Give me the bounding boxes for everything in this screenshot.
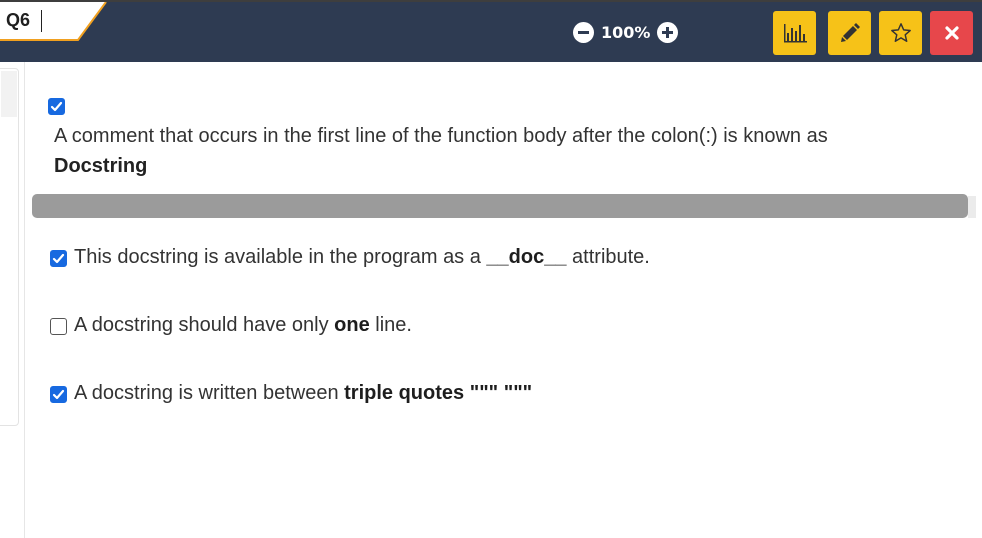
stats-button[interactable] <box>773 11 816 55</box>
zoom-control: 100% <box>573 20 679 44</box>
option-2-checkbox[interactable] <box>50 318 67 335</box>
question-statement: A comment that occurs in the first line … <box>54 125 828 147</box>
stats-icon <box>783 24 807 43</box>
option-3-post: """ """ <box>464 382 533 404</box>
star-icon <box>890 23 911 42</box>
zoom-value: 100% <box>601 22 651 42</box>
divider <box>24 62 25 538</box>
close-icon <box>944 26 959 40</box>
option-2-text[interactable]: A docstring should have only one line. <box>74 314 412 337</box>
option-1-pre: This docstring is available in the progr… <box>74 246 487 268</box>
option-2-post: line. <box>369 314 412 336</box>
zoom-in-icon[interactable] <box>657 21 679 43</box>
pencil-icon <box>840 23 860 42</box>
question-text: A comment that occurs in the first line … <box>54 121 954 181</box>
option-2-bold: one <box>334 314 370 336</box>
text-cursor <box>41 10 42 32</box>
option-1-checkbox[interactable] <box>50 250 67 267</box>
option-1-bold: __doc__ <box>486 246 567 268</box>
close-button[interactable] <box>930 11 973 55</box>
question-tab[interactable]: Q6 <box>0 2 108 41</box>
question-answer: Docstring <box>54 155 148 177</box>
checkmark-icon <box>52 253 65 264</box>
side-panel-item <box>1 71 17 117</box>
option-3-pre: A docstring is written between <box>74 382 345 404</box>
option-3-bold: triple quotes <box>344 382 465 404</box>
checkmark-icon <box>50 101 63 112</box>
option-2-pre: A docstring should have only <box>74 314 335 336</box>
question-checkbox[interactable] <box>48 98 65 115</box>
option-1-post: attribute. <box>566 246 650 268</box>
zoom-out-icon[interactable] <box>573 21 594 43</box>
side-panel[interactable] <box>0 68 19 426</box>
favorite-button[interactable] <box>879 11 922 55</box>
top-toolbar: Q6 100% <box>0 0 982 62</box>
top-border <box>0 0 982 2</box>
explanation-bar[interactable] <box>32 194 968 218</box>
edit-button[interactable] <box>828 11 871 55</box>
option-3-text[interactable]: A docstring is written between triple qu… <box>74 382 532 405</box>
explanation-bar-end <box>968 196 976 218</box>
question-number: Q6 <box>6 10 31 30</box>
checkmark-icon <box>52 389 65 400</box>
option-1-text[interactable]: This docstring is available in the progr… <box>74 246 650 269</box>
option-3-checkbox[interactable] <box>50 386 67 403</box>
